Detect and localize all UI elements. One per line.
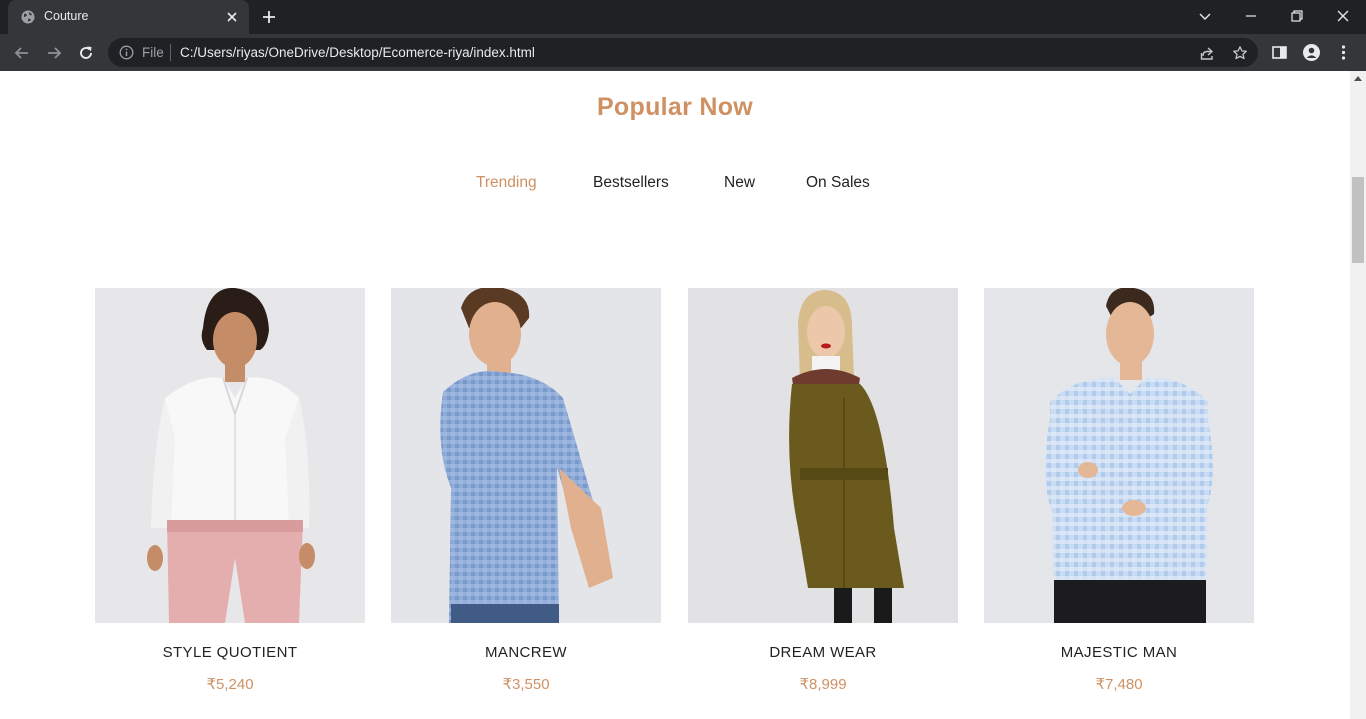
address-separator [170, 44, 171, 61]
address-bar[interactable]: File C:/Users/riyas/OneDrive/Desktop/Eco… [108, 38, 1258, 67]
product-price: ₹3,550 [502, 676, 550, 693]
filter-tab-trending[interactable]: Trending [476, 174, 537, 192]
side-panel-icon[interactable] [1271, 44, 1288, 61]
product-name[interactable]: STYLE QUOTIENT [95, 644, 365, 661]
scrollbar-thumb[interactable] [1352, 177, 1364, 263]
profile-avatar-icon[interactable] [1303, 44, 1320, 61]
browser-toolbar: File C:/Users/riyas/OneDrive/Desktop/Eco… [0, 34, 1366, 71]
url-text[interactable]: C:/Users/riyas/OneDrive/Desktop/Ecomerce… [180, 45, 535, 60]
minimize-icon[interactable] [1243, 8, 1259, 24]
globe-icon [21, 10, 35, 24]
product-image-woman-olive-coat[interactable] [688, 288, 958, 623]
product-card[interactable]: DREAM WEAR ₹8,999 [688, 288, 958, 693]
browser-tab-strip: Couture [0, 0, 1366, 34]
reload-icon[interactable] [76, 43, 96, 63]
close-tab-icon[interactable] [224, 9, 240, 25]
bookmark-star-icon[interactable] [1232, 45, 1248, 61]
product-card[interactable]: MAJESTIC MAN ₹7,480 [984, 288, 1254, 693]
product-price: ₹8,999 [799, 676, 847, 693]
product-name[interactable]: DREAM WEAR [688, 644, 958, 661]
product-name[interactable]: MAJESTIC MAN [984, 644, 1254, 661]
site-info-icon[interactable] [119, 45, 134, 60]
close-window-icon[interactable] [1335, 8, 1351, 24]
product-image-man-light-blue-check-shirt[interactable] [984, 288, 1254, 623]
more-menu-icon[interactable] [1335, 44, 1352, 61]
page-viewport: Popular Now Trending Bestsellers New On … [0, 71, 1350, 719]
section-title: Popular Now [596, 93, 754, 121]
product-card[interactable]: MANCREW ₹3,550 [391, 288, 661, 693]
scroll-up-arrow-icon[interactable] [1354, 76, 1362, 81]
product-price: ₹7,480 [1095, 676, 1143, 693]
filter-tab-on-sales[interactable]: On Sales [806, 174, 870, 192]
product-name[interactable]: MANCREW [391, 644, 661, 661]
browser-tab[interactable]: Couture [8, 0, 249, 34]
new-tab-icon[interactable] [261, 9, 277, 25]
product-price: ₹5,240 [206, 676, 254, 693]
forward-arrow-icon[interactable] [44, 43, 64, 63]
share-icon[interactable] [1199, 45, 1215, 61]
product-card[interactable]: STYLE QUOTIENT ₹5,240 [95, 288, 365, 693]
tab-title: Couture [44, 9, 89, 23]
filter-tab-bestsellers[interactable]: Bestsellers [593, 174, 669, 192]
filter-tab-new[interactable]: New [724, 174, 755, 192]
tab-search-chevron-icon[interactable] [1197, 8, 1213, 24]
restore-icon[interactable] [1289, 8, 1305, 24]
product-image-woman-white-shirt[interactable] [95, 288, 365, 623]
back-arrow-icon[interactable] [12, 43, 32, 63]
page-scrollbar[interactable] [1350, 71, 1366, 719]
file-scheme-label: File [142, 45, 164, 60]
product-image-man-blue-check-shirt[interactable] [391, 288, 661, 623]
